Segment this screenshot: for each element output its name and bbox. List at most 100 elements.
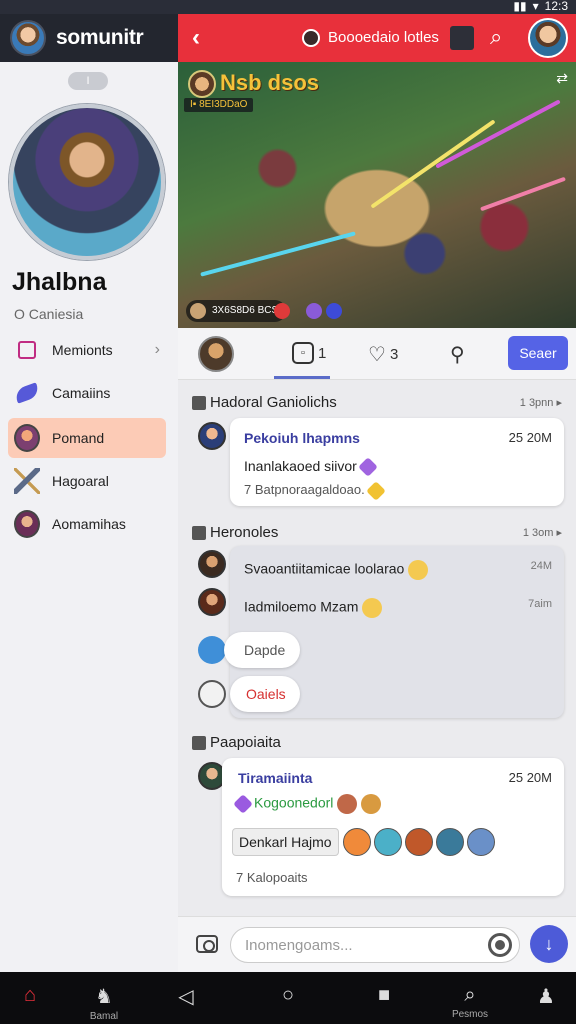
search-button[interactable]: Seaer: [508, 336, 568, 370]
message-feed: Hadoral Ganiolichs 1 3pnn ▸ Pekoiuh lhap…: [178, 380, 576, 916]
tab-bar: ▫ 1 ♡ 3 ⚲ Seaer: [178, 328, 576, 380]
message-card[interactable]: Tiramaiinta 25 20M Kogoonedorl Denkarl H…: [222, 758, 564, 896]
avatar[interactable]: [198, 588, 226, 616]
character-icon[interactable]: [404, 828, 433, 856]
clock-icon[interactable]: [198, 680, 226, 708]
message-author[interactable]: Pekoiuh lhapmns: [244, 430, 360, 446]
character-icon[interactable]: [342, 828, 371, 856]
sidebar-item-memionts[interactable]: Memionts ›: [8, 330, 166, 370]
share-icon[interactable]: ⇄: [556, 70, 568, 87]
gem-icon: [357, 457, 378, 478]
character-icon[interactable]: [373, 828, 402, 856]
character-icon[interactable]: [435, 828, 464, 856]
nav-bamal[interactable]: ♞ Bamal: [74, 972, 134, 1024]
back-button[interactable]: ‹: [192, 24, 200, 52]
square-icon: ■: [377, 984, 391, 1006]
message-text-content: Inanlakaoed siivor: [244, 458, 357, 474]
tag-chip[interactable]: Denkarl Hajmo: [232, 828, 339, 856]
profile-hero-avatar[interactable]: [9, 104, 165, 260]
blue-dot-icon: [326, 303, 342, 319]
bird-icon[interactable]: [198, 636, 226, 664]
nav-back[interactable]: ◁: [156, 972, 216, 1024]
nav-home[interactable]: ⌂: [0, 972, 60, 1024]
chevron-right-icon: ›: [154, 341, 160, 358]
avatar[interactable]: [198, 422, 226, 450]
game-thumbnail-icon[interactable]: [450, 26, 474, 50]
target-icon[interactable]: [488, 933, 512, 957]
diamond-icon: [365, 480, 386, 501]
message-card[interactable]: Pekoiuh lhapmns 25 20M Inanlakaoed siivo…: [230, 418, 564, 506]
game-subtitle: I▪ 8EI3DDaO: [184, 98, 254, 112]
red-dot-icon: [274, 303, 290, 319]
character-icon[interactable]: [466, 828, 495, 856]
message-text-content: Svaoantiitamicae loolarao: [244, 560, 405, 577]
composer: ↓: [178, 916, 576, 972]
tab-count: 1: [318, 344, 327, 362]
reply-pill[interactable]: Dapde: [224, 632, 300, 668]
message-text: Svaoantiitamicae loolarao: [244, 560, 429, 580]
app-header: somunitr: [0, 14, 178, 62]
sidebar-item-pomand[interactable]: Pomand: [8, 418, 166, 458]
mic-button[interactable]: ↓: [530, 925, 568, 963]
section-time: 1 3pnn ▸: [519, 397, 562, 409]
tab-posts[interactable]: ▫ 1: [292, 342, 326, 364]
emoji-icon: [408, 560, 429, 580]
header-avatar[interactable]: [528, 18, 568, 58]
sidebar-handle[interactable]: I: [68, 72, 108, 90]
sidebar-item-hagoaral[interactable]: Hagoaral: [8, 461, 166, 501]
home-icon: ⌂: [23, 984, 37, 1006]
tab-likes[interactable]: ♡ 3: [368, 342, 398, 367]
status-pill[interactable]: Oaiels: [230, 676, 300, 712]
light-beam: [480, 176, 566, 212]
sidebar-item-aomamihas[interactable]: Aomamihas: [8, 504, 166, 544]
section-title: Hadoral Ganiolichs: [210, 394, 337, 411]
tab-profile[interactable]: ⚲: [450, 342, 465, 367]
message-input[interactable]: [230, 927, 520, 963]
game-title: Nsb dsos: [220, 70, 320, 95]
nav-recents[interactable]: ■: [354, 972, 414, 1024]
search-icon[interactable]: ⌕: [490, 24, 502, 50]
nav-pesmos[interactable]: ⌕ Pesmos: [440, 972, 500, 1024]
profile-name: Jhalbna: [12, 268, 107, 296]
profile-subtitle: O Caniesia: [14, 306, 84, 322]
message-time: 7aim: [528, 598, 552, 610]
message-author[interactable]: Tiramaiinta: [238, 770, 312, 786]
message-sub: 7 Kalopoaits: [236, 870, 308, 885]
status-icons: ▮▮ ▾ 12:3: [513, 0, 568, 13]
game-banner[interactable]: Nsb dsos I▪ 8EI3DDaO ⇄ 3X6S8D6 BCS: [178, 62, 576, 328]
sidebar-item-label: Hagoaral: [52, 473, 109, 489]
feather-icon: [13, 380, 41, 406]
light-beam: [200, 231, 356, 277]
avatar-icon: [14, 510, 40, 538]
section-icon: [192, 735, 206, 750]
character-icon: [361, 794, 382, 814]
channel-title: Boooedaio lotles: [328, 29, 439, 46]
sidebar-item-label: Memionts: [52, 342, 113, 358]
sidebar: I Jhalbna O Caniesia Memionts › Camaiins…: [0, 62, 178, 972]
nav-profile[interactable]: ♟: [516, 972, 576, 1024]
nav-home-circle[interactable]: ○: [258, 972, 318, 1024]
heart-icon: ♡: [368, 344, 386, 366]
message-text-content: Kogoonedorl: [254, 794, 334, 811]
avatar-icon: [14, 424, 40, 452]
light-beam: [370, 119, 496, 209]
camera-icon[interactable]: [196, 935, 218, 953]
message-text-content: Iadmiloemo Mzam: [244, 598, 359, 615]
message-sub: 7 Batpnoraagaldoao.: [244, 480, 386, 501]
tab-count: 3: [389, 346, 399, 363]
message-time: 24M: [530, 560, 552, 572]
section-header: Heronoles: [192, 524, 278, 541]
sidebar-item-camaiins[interactable]: Camaiins: [8, 373, 166, 413]
folder-icon: [14, 337, 40, 363]
user-avatar[interactable]: [10, 20, 46, 56]
sidebar-item-label: Aomamihas: [52, 516, 126, 532]
tab-avatar[interactable]: [198, 336, 234, 372]
tag-row: Denkarl Hajmo: [232, 826, 498, 858]
circle-icon: ○: [281, 984, 295, 1006]
bottom-nav: ⌂ ♞ Bamal ◁ ○ ■ ⌕ Pesmos ♟: [0, 972, 576, 1024]
wifi-icon: ▾: [532, 0, 539, 13]
nav-label: Pesmos: [451, 1009, 489, 1020]
avatar[interactable]: [198, 550, 226, 578]
signal-icon: ▮▮: [513, 0, 527, 13]
section-icon: [192, 525, 206, 540]
